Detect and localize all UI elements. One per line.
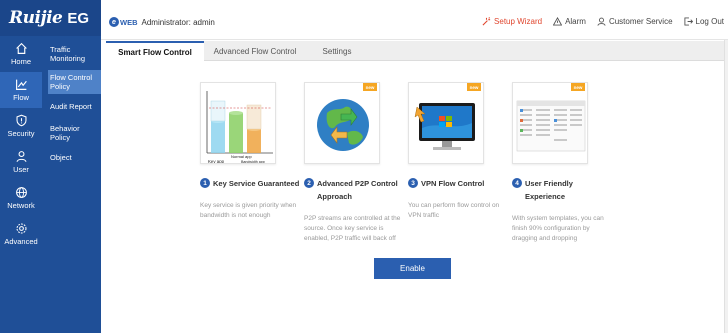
feature-description: Key service is given priority when bandw… xyxy=(200,202,297,219)
setup-wizard-button[interactable]: Setup Wizard xyxy=(482,17,542,26)
nav-security[interactable]: Security xyxy=(0,108,42,144)
feature-user-friendly: new 4 User Friendly Experience With syst… xyxy=(512,82,612,244)
logo-ruijie: Ruijie xyxy=(9,8,63,28)
tab-smart-flow-control[interactable]: Smart Flow Control xyxy=(106,41,204,62)
flow-chart-icon xyxy=(15,79,27,90)
feature-number-badge: 1 xyxy=(200,178,210,188)
web-logo: e WEB Administrator: admin xyxy=(109,17,215,27)
app-window: Ruijie EG Home Flow Security User Networ… xyxy=(0,0,728,333)
eweb-icon: e xyxy=(109,17,119,27)
sidebar-icon-nav: Home Flow Security User Network Advanced xyxy=(0,36,42,252)
feature-description: P2P streams are controlled at the source… xyxy=(304,215,401,242)
tab-settings[interactable]: Settings xyxy=(306,41,368,61)
feature-title: 3 VPN Flow Control xyxy=(408,177,508,190)
template-screenshot-illustration xyxy=(516,100,586,152)
feature-image-monitor: new xyxy=(408,82,484,164)
nav-advanced-label: Advanced xyxy=(4,237,38,246)
alarm-icon xyxy=(553,17,563,26)
feature-title-text: Key Service Guaranteed xyxy=(213,179,300,188)
feature-description: You can perform flow control on VPN traf… xyxy=(408,202,500,219)
feature-title: 4 User Friendly Experience xyxy=(512,177,612,203)
gear-icon xyxy=(16,223,26,234)
nav-user-label: User xyxy=(13,165,29,174)
logout-label: Log Out xyxy=(695,17,724,26)
feature-description: With system templates, you can finish 90… xyxy=(512,215,604,242)
chart-label-normal: Normal app xyxy=(231,154,252,159)
chart-label-bandwidth: Bandwidth app xyxy=(241,160,265,164)
feature-image-globe: new xyxy=(304,82,380,164)
enable-button[interactable]: Enable xyxy=(374,258,451,279)
feature-image-template-screenshot: new xyxy=(512,82,588,164)
new-badge: new xyxy=(571,83,585,91)
nav-security-label: Security xyxy=(7,129,35,138)
tab-advanced-flow-control[interactable]: Advanced Flow Control xyxy=(205,41,305,61)
sidebar-submenu: Traffic Monitoring Flow Control Policy A… xyxy=(48,42,101,169)
alarm-label: Alarm xyxy=(565,17,586,26)
setup-wizard-label: Setup Wizard xyxy=(494,17,543,26)
alarm-button[interactable]: Alarm xyxy=(553,17,586,26)
logout-icon xyxy=(683,17,693,26)
top-actions: Setup Wizard Alarm Customer Service Log … xyxy=(471,17,724,26)
wizard-icon xyxy=(482,17,491,26)
feature-title-text: Advanced P2P Control Approach xyxy=(317,179,398,201)
nav-network-label: Network xyxy=(7,201,35,210)
logout-button[interactable]: Log Out xyxy=(683,17,724,26)
monitor-illustration xyxy=(414,103,475,150)
menu-audit-report[interactable]: Audit Report xyxy=(48,99,101,114)
user-icon xyxy=(16,151,26,162)
globe-arrows-illustration xyxy=(317,99,369,151)
sidebar: Ruijie EG Home Flow Security User Networ… xyxy=(0,0,101,333)
feature-vpn-control: new 3 VPN Flow Control You can perform f… xyxy=(408,82,508,221)
web-logo-text: WEB xyxy=(120,17,138,27)
new-badge: new xyxy=(363,83,377,91)
customer-service-label: Customer Service xyxy=(608,17,673,26)
chart-label-key: Key app xyxy=(208,159,225,164)
tab-bar: Smart Flow Control Advanced Flow Control… xyxy=(106,41,728,62)
nav-network[interactable]: Network xyxy=(0,180,42,216)
feature-title: 1 Key Service Guaranteed xyxy=(200,177,300,190)
smart-flow-content: Normal app Key app Bandwidth app 1 Key S… xyxy=(101,62,728,333)
feature-number-badge: 3 xyxy=(408,178,418,188)
feature-image-bandwidth-chart: Normal app Key app Bandwidth app xyxy=(200,82,276,164)
feature-number-badge: 2 xyxy=(304,178,314,188)
brand-logo[interactable]: Ruijie EG xyxy=(0,0,101,36)
home-icon xyxy=(15,42,27,54)
menu-behavior-policy[interactable]: Behavior Policy xyxy=(48,121,101,145)
feature-title-text: VPN Flow Control xyxy=(421,179,485,188)
new-badge: new xyxy=(467,83,481,91)
nav-advanced[interactable]: Advanced xyxy=(0,216,42,252)
nav-home-label: Home xyxy=(10,57,31,66)
nav-flow-label: Flow xyxy=(13,93,29,102)
feature-key-service: Normal app Key app Bandwidth app 1 Key S… xyxy=(200,82,300,221)
scrollbar[interactable] xyxy=(724,40,728,333)
nav-flow[interactable]: Flow xyxy=(0,72,42,108)
nav-user[interactable]: User xyxy=(0,144,42,180)
shield-icon xyxy=(16,114,26,127)
menu-flow-control-policy[interactable]: Flow Control Policy xyxy=(48,70,101,94)
bandwidth-cylinder-chart: Normal app Key app Bandwidth app xyxy=(206,91,273,164)
feature-number-badge: 4 xyxy=(512,178,522,188)
menu-object[interactable]: Object xyxy=(48,150,101,165)
customer-service-icon xyxy=(597,17,606,26)
nav-home[interactable]: Home xyxy=(0,36,42,72)
customer-service-button[interactable]: Customer Service xyxy=(597,17,673,26)
top-bar: e WEB Administrator: admin Setup Wizard … xyxy=(101,0,728,40)
feature-title-text: User Friendly Experience xyxy=(525,179,573,201)
menu-traffic-monitoring[interactable]: Traffic Monitoring xyxy=(48,42,101,66)
logo-product: EG xyxy=(67,9,90,27)
feature-title: 2 Advanced P2P Control Approach xyxy=(304,177,404,203)
feature-p2p-control: new 2 Advanced P2P Control Approach P2P … xyxy=(304,82,404,244)
globe-icon xyxy=(15,187,27,198)
admin-label: Administrator: admin xyxy=(141,17,215,27)
